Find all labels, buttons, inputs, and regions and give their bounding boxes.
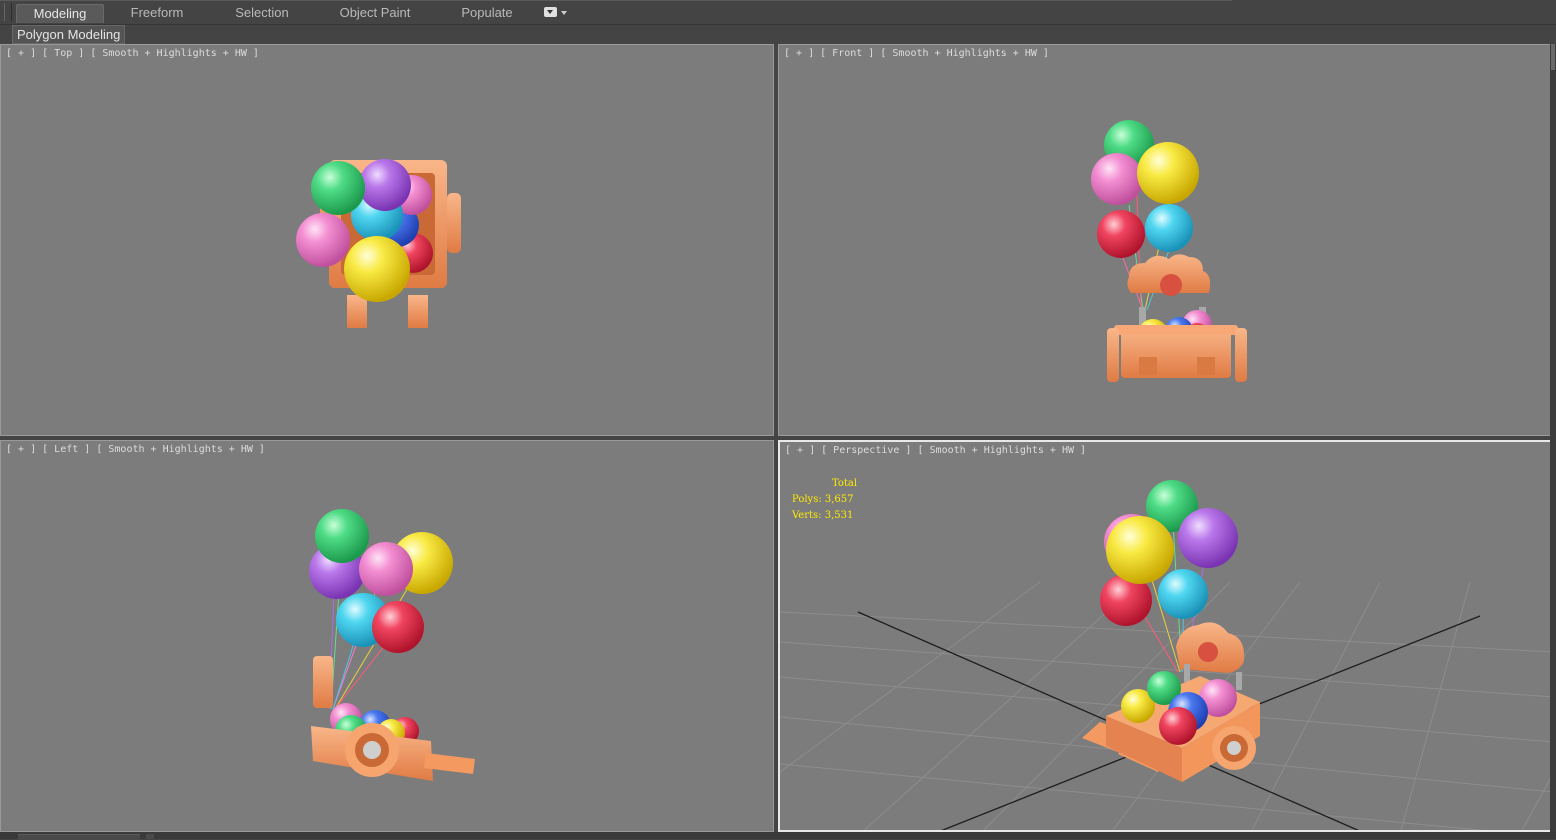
- viewport-perspective[interactable]: [ + ] [ Perspective ] [ Smooth + Highlig…: [778, 440, 1552, 832]
- ribbon-panel: Polygon Modeling: [0, 25, 1556, 44]
- tab-modeling[interactable]: Modeling: [16, 4, 104, 23]
- scrollbar-thumb[interactable]: [1551, 44, 1555, 70]
- tab-object-paint[interactable]: Object Paint: [332, 4, 418, 22]
- viewport-front[interactable]: [ + ] [ Front ] [ Smooth + Highlights + …: [778, 44, 1552, 436]
- time-slider-button[interactable]: [146, 834, 154, 839]
- viewport-top[interactable]: [ + ] [ Top ] [ Smooth + Highlights + HW…: [0, 44, 774, 436]
- command-panel-scrollbar[interactable]: [1550, 44, 1556, 832]
- tab-selection[interactable]: Selection: [226, 4, 298, 22]
- tab-bar-top-border: [0, 0, 1232, 1]
- ribbon-tab-bar: Modeling Freeform Selection Object Paint…: [0, 0, 1556, 25]
- tab-freeform[interactable]: Freeform: [118, 4, 196, 22]
- top-view-scene: [296, 159, 461, 328]
- time-slider-track[interactable]: [18, 834, 140, 840]
- left-view-scene: [309, 509, 475, 781]
- ribbon-options-icon: [544, 7, 557, 17]
- toolbar-grip-handle[interactable]: [4, 3, 12, 21]
- tab-populate[interactable]: Populate: [452, 4, 522, 22]
- polygon-modeling-button[interactable]: Polygon Modeling: [12, 25, 126, 44]
- chevron-down-icon: [561, 11, 567, 15]
- status-bar-edge: [0, 832, 1556, 840]
- viewport-left[interactable]: [ + ] [ Left ] [ Smooth + Highlights + H…: [0, 440, 774, 832]
- perspective-view-scene: [780, 480, 1550, 830]
- front-view-scene: [1091, 120, 1247, 382]
- ribbon-options-dropdown[interactable]: [544, 7, 568, 19]
